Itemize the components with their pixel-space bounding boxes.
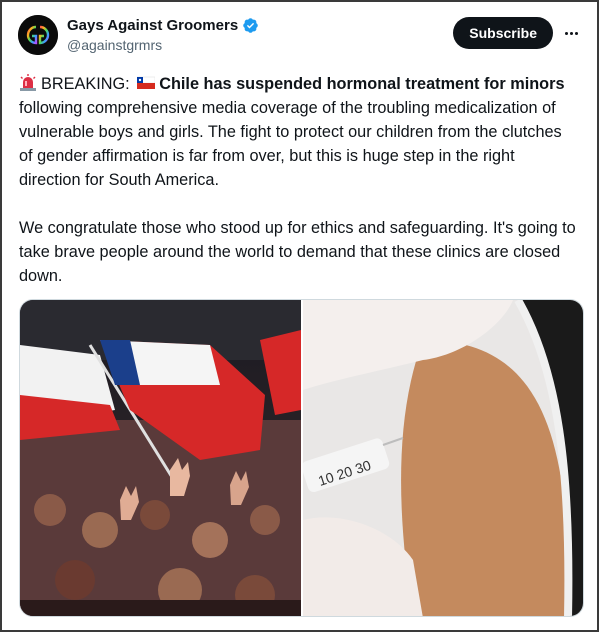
paragraph-1-rest: following comprehensive media coverage o… (19, 99, 562, 189)
crowd-with-chilean-flags-photo[interactable] (20, 300, 301, 617)
tweet-card: Gays Against Groomers @againstgrmrs Subs… (0, 0, 599, 632)
breaking-prefix: BREAKING: (41, 75, 130, 93)
more-horizontal-icon[interactable] (561, 23, 581, 43)
chile-flag-icon (137, 76, 156, 89)
tweet-paragraph-1: BREAKING: Chile has suspended hormonal t… (19, 72, 579, 192)
headline-bold: Chile has suspended hormonal treatment f… (159, 75, 565, 93)
display-name[interactable]: Gays Against Groomers (67, 17, 238, 34)
verified-badge-icon (243, 18, 258, 33)
avatar[interactable] (18, 15, 58, 55)
rotating-light-icon (20, 74, 36, 91)
handle[interactable]: @againstgrmrs (67, 37, 259, 53)
tweet-media[interactable]: 10 20 30 (19, 299, 584, 617)
display-name-row[interactable]: Gays Against Groomers (67, 17, 259, 34)
gag-logo-icon (18, 15, 58, 55)
tweet-header: Gays Against Groomers @againstgrmrs Subs… (18, 15, 581, 59)
tweet-paragraph-2: We congratulate those who stood up for e… (19, 219, 576, 285)
account-names: Gays Against Groomers @againstgrmrs (67, 17, 259, 53)
tweet-text: BREAKING: Chile has suspended hormonal t… (19, 72, 579, 288)
subscribe-button[interactable]: Subscribe (453, 17, 553, 49)
syringe-injection-in-arm-photo[interactable]: 10 20 30 (303, 300, 584, 617)
